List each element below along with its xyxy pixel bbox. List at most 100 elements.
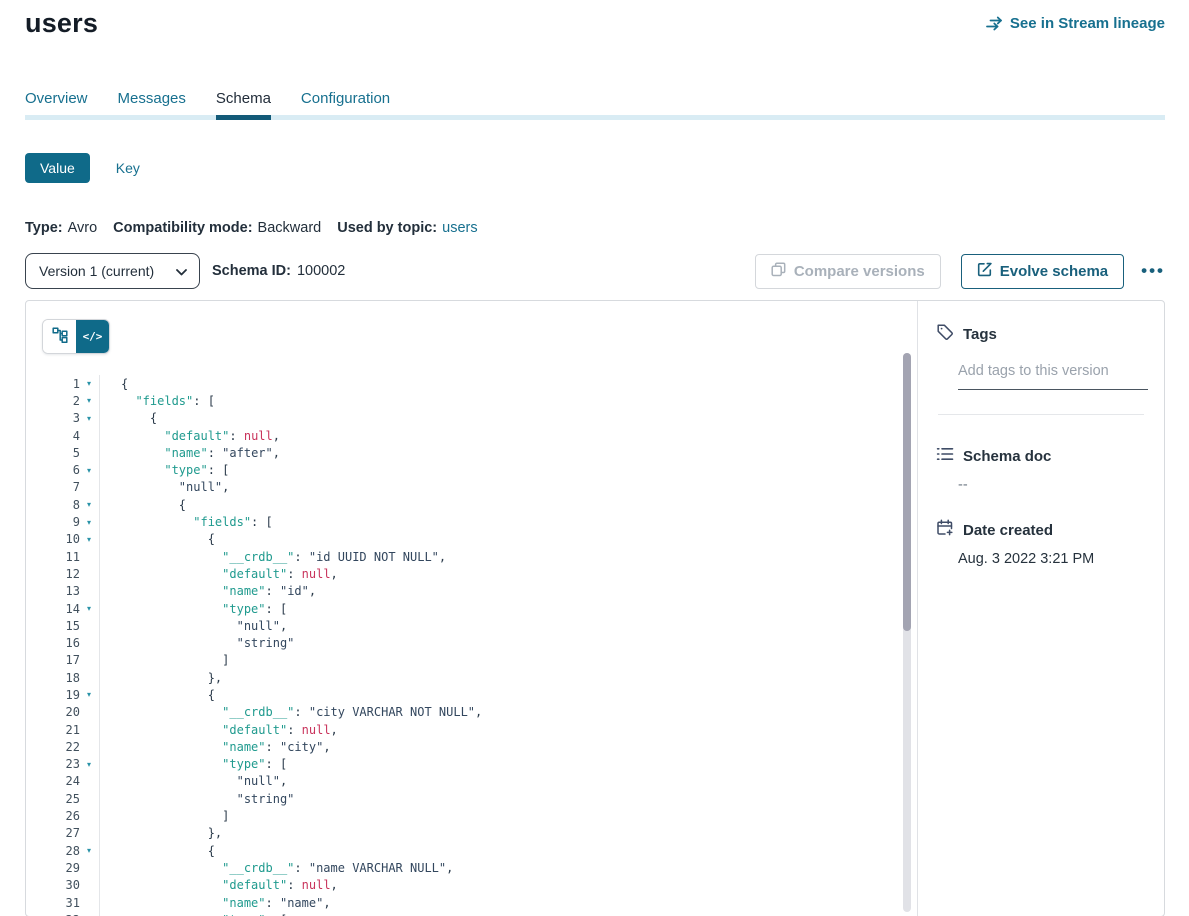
topic-label: Used by topic: xyxy=(337,220,437,236)
key-toggle-button[interactable]: Key xyxy=(116,160,140,176)
code-line: 2▾ "fields": [ xyxy=(42,392,917,409)
date-created-section: Date created Aug. 3 2022 3:21 PM xyxy=(936,519,1146,567)
tree-view-icon xyxy=(52,327,68,346)
code-line: 9▾ "fields": [ xyxy=(42,513,917,530)
evolve-schema-button[interactable]: Evolve schema xyxy=(961,254,1124,289)
code-line: 12 "default": null, xyxy=(42,565,917,582)
line-number: 24 xyxy=(42,774,80,788)
type-label: Type: xyxy=(25,220,63,236)
code-text: "default": null, xyxy=(100,567,338,581)
line-number: 18 xyxy=(42,671,80,685)
code-gutter: 17 xyxy=(42,652,100,669)
date-created-title: Date created xyxy=(963,522,1053,539)
code-view-icon: </> xyxy=(83,330,103,343)
code-line: 32▾ "type": [ xyxy=(42,911,917,916)
schema-doc-value: -- xyxy=(958,477,1146,493)
collapse-arrow-icon[interactable]: ▾ xyxy=(80,500,98,509)
code-gutter: 27 xyxy=(42,825,100,842)
code-gutter: 16 xyxy=(42,634,100,651)
code-scrollbar-track[interactable] xyxy=(903,353,911,912)
collapse-arrow-icon[interactable]: ▾ xyxy=(80,690,98,699)
code-gutter: 4 xyxy=(42,427,100,444)
line-number: 2 xyxy=(42,394,80,408)
schema-code-pane: </> 1▾{2▾ "fields": [3▾ {4 "default": nu… xyxy=(26,301,917,916)
code-text: "null", xyxy=(100,480,229,494)
code-line: 25 "string" xyxy=(42,790,917,807)
code-line: 1▾{ xyxy=(42,375,917,392)
code-gutter: 21 xyxy=(42,721,100,738)
line-number: 29 xyxy=(42,861,80,875)
code-gutter: 14▾ xyxy=(42,600,100,617)
code-line: 6▾ "type": [ xyxy=(42,461,917,478)
collapse-arrow-icon[interactable]: ▾ xyxy=(80,414,98,423)
code-gutter: 18 xyxy=(42,669,100,686)
tab-overview[interactable]: Overview xyxy=(25,90,88,120)
code-line: 10▾ { xyxy=(42,531,917,548)
topic-link[interactable]: users xyxy=(442,220,477,236)
schema-sidebar: Tags Schema doc xyxy=(917,301,1164,916)
code-text: "default": null, xyxy=(100,429,280,443)
list-icon xyxy=(936,445,954,468)
line-number: 31 xyxy=(42,896,80,910)
add-tags-input[interactable] xyxy=(958,363,1148,379)
code-lines: 1▾{2▾ "fields": [3▾ {4 "default": null,5… xyxy=(42,375,917,916)
calendar-plus-icon xyxy=(936,519,954,542)
code-gutter: 6▾ xyxy=(42,461,100,478)
code-text: "default": null, xyxy=(100,878,338,892)
code-text: { xyxy=(100,688,215,702)
collapse-arrow-icon[interactable]: ▾ xyxy=(80,518,98,527)
code-line: 4 "default": null, xyxy=(42,427,917,444)
code-gutter: 13 xyxy=(42,583,100,600)
code-line: 11 "__crdb__": "id UUID NOT NULL", xyxy=(42,548,917,565)
line-number: 15 xyxy=(42,619,80,633)
line-number: 27 xyxy=(42,826,80,840)
line-number: 28 xyxy=(42,844,80,858)
chevron-down-icon xyxy=(176,263,187,279)
code-gutter: 31 xyxy=(42,894,100,911)
code-text: "name": "city", xyxy=(100,740,331,754)
code-line: 7 "null", xyxy=(42,479,917,496)
collapse-arrow-icon[interactable]: ▾ xyxy=(80,466,98,475)
collapse-arrow-icon[interactable]: ▾ xyxy=(80,846,98,855)
version-select[interactable]: Version 1 (current) xyxy=(25,253,200,289)
tab-schema[interactable]: Schema xyxy=(216,90,271,120)
code-text: "fields": [ xyxy=(100,515,273,529)
evolve-schema-label: Evolve schema xyxy=(1000,263,1108,280)
value-toggle-button[interactable]: Value xyxy=(25,153,90,183)
code-text: "string" xyxy=(100,636,294,650)
code-view-button[interactable]: </> xyxy=(76,320,109,353)
code-scrollbar-thumb[interactable] xyxy=(903,353,911,631)
code-gutter: 32▾ xyxy=(42,911,100,916)
stream-lineage-icon xyxy=(986,16,1003,31)
code-line: 23▾ "type": [ xyxy=(42,756,917,773)
compatibility-value: Backward xyxy=(258,220,322,236)
more-options-button[interactable]: ••• xyxy=(1141,261,1165,281)
collapse-arrow-icon[interactable]: ▾ xyxy=(80,760,98,769)
code-gutter: 30 xyxy=(42,877,100,894)
code-gutter: 12 xyxy=(42,565,100,582)
schema-id-value: 100002 xyxy=(297,263,345,279)
code-line: 31 "name": "name", xyxy=(42,894,917,911)
tab-messages[interactable]: Messages xyxy=(118,90,186,120)
collapse-arrow-icon[interactable]: ▾ xyxy=(80,379,98,388)
code-gutter: 7 xyxy=(42,479,100,496)
compare-versions-button[interactable]: Compare versions xyxy=(755,254,941,289)
line-number: 25 xyxy=(42,792,80,806)
collapse-arrow-icon[interactable]: ▾ xyxy=(80,604,98,613)
tree-view-button[interactable] xyxy=(43,320,76,353)
code-text: "name": "after", xyxy=(100,446,280,460)
line-number: 4 xyxy=(42,429,80,443)
code-line: 20 "__crdb__": "city VARCHAR NOT NULL", xyxy=(42,704,917,721)
stream-lineage-link[interactable]: See in Stream lineage xyxy=(986,15,1165,32)
line-number: 23 xyxy=(42,757,80,771)
edit-icon xyxy=(977,262,992,281)
compatibility-label: Compatibility mode: xyxy=(113,220,252,236)
line-number: 13 xyxy=(42,584,80,598)
line-number: 30 xyxy=(42,878,80,892)
code-gutter: 29 xyxy=(42,859,100,876)
code-line: 3▾ { xyxy=(42,410,917,427)
collapse-arrow-icon[interactable]: ▾ xyxy=(80,535,98,544)
value-key-toggle: Value Key xyxy=(25,153,140,183)
collapse-arrow-icon[interactable]: ▾ xyxy=(80,396,98,405)
tab-configuration[interactable]: Configuration xyxy=(301,90,390,120)
